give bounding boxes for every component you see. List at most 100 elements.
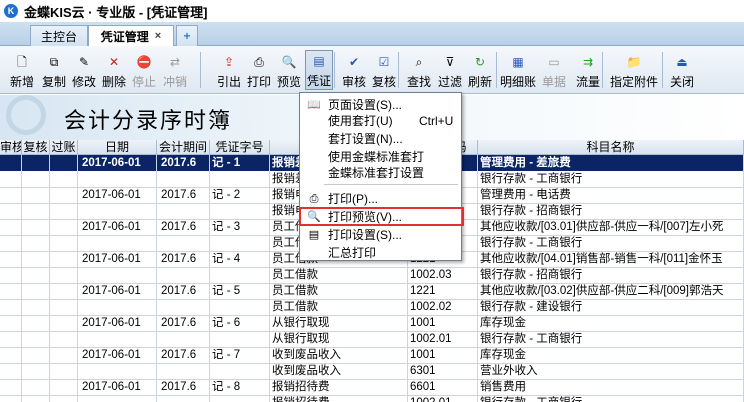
toolbar-button-recheck[interactable]: ☑ 复核 [370, 50, 398, 90]
table-row[interactable]: 员工借款 1002.02 银行存款 - 建设银行 [0, 299, 744, 315]
highlight-box [299, 207, 464, 226]
summary-cell: 收到废品收入 [270, 347, 408, 363]
check-cell[interactable] [0, 379, 22, 395]
toolbar-button-copy[interactable]: ⧉ 复制 [40, 50, 68, 90]
summary-cell: 报销招待费 [270, 395, 408, 402]
toolbar-button-new-doc[interactable]: 🗋 新增 [9, 50, 35, 90]
close-icon[interactable]: × [155, 30, 161, 42]
toolbar-button-refresh[interactable]: ↻ 刷新 [466, 50, 494, 90]
menu-item[interactable]: 套打设置(N)... [301, 131, 460, 147]
date-cell: 2017-06-01 [78, 155, 157, 171]
summary-cell: 收到废品收入 [270, 363, 408, 379]
table-row[interactable]: 2017-06-01 2017.6 记 - 8 报销招待费 6601 销售费用 [0, 379, 744, 395]
check-cell[interactable] [50, 219, 78, 235]
toolbar-label: 指定附件 [610, 75, 659, 89]
menu-item[interactable]: 汇总打印 [301, 245, 460, 261]
check-cell[interactable] [0, 219, 22, 235]
column-header[interactable]: 会计期间 [157, 140, 210, 155]
check-cell[interactable] [22, 155, 50, 171]
table-row[interactable]: 报销招待费1002.01银行存款 - 工商银行 [0, 395, 744, 402]
print-icon: ⎙ [309, 193, 319, 205]
table-row[interactable]: 2017-06-01 2017.6 记 - 5 员工借款 1221 其他应收款/[03.0… [0, 283, 744, 299]
table-row[interactable]: 收到废品收入 6301 营业外收入 [0, 363, 744, 379]
check-cell[interactable] [22, 219, 50, 235]
toolbar-button-audit[interactable]: ✔ 审核 [340, 50, 368, 90]
voucher-cell: 记 - 6 [210, 315, 270, 331]
menu-item[interactable]: 使用金蝶标准套打 [301, 149, 460, 165]
account-code-cell: 1002.01 [408, 395, 478, 402]
menu-item[interactable]: ▤ 打印设置(S)... [301, 227, 460, 243]
check-cell[interactable] [22, 315, 50, 331]
toolbar-button-preview[interactable]: 🔍 预览 [275, 50, 303, 90]
table-row[interactable]: 2017-06-01 2017.6 记 - 6 从银行取现 1001 库存现金 [0, 315, 744, 331]
column-header[interactable]: 过账 [50, 140, 78, 155]
export-icon: ⇪ [223, 55, 235, 69]
check-cell[interactable] [50, 347, 78, 363]
account-code-cell: 6601 [408, 379, 478, 395]
check-cell[interactable] [0, 315, 22, 331]
column-header[interactable]: 日期 [78, 140, 157, 155]
check-cell[interactable] [0, 187, 22, 203]
toolbar-separator [398, 52, 399, 88]
new-doc-icon: 🗋 [17, 55, 27, 69]
check-cell[interactable] [50, 283, 78, 299]
column-header[interactable]: 复核 [22, 140, 50, 155]
toolbar-button-delete[interactable]: ✕ 删除 [100, 50, 128, 90]
table-row[interactable]: 员工借款 1002.03 银行存款 - 招商银行 [0, 267, 744, 283]
menu-item[interactable]: 金蝶标准套打设置 [301, 165, 460, 181]
window-title: 金蝶KIS云 · 专业版 - [凭证管理] [24, 4, 208, 20]
table-row[interactable]: 从银行取现 1002.01 银行存款 - 工商银行 [0, 331, 744, 347]
summary-cell: 报销招待费 [270, 379, 408, 395]
check-cell[interactable] [50, 379, 78, 395]
menu-item-label: 套打设置(N)... [328, 132, 403, 146]
menu-item[interactable]: 📖 页面设置(S)... [301, 97, 460, 113]
summary-cell: 员工借款 [270, 283, 408, 299]
toolbar-button-find[interactable]: ⌕ 查找 [405, 50, 433, 90]
check-cell[interactable] [0, 347, 22, 363]
toolbar-button-voucher[interactable]: ▤ 凭证 [305, 50, 333, 90]
check-cell[interactable] [50, 155, 78, 171]
period-cell: 2017.6 [157, 251, 210, 267]
period-cell: 2017.6 [157, 347, 210, 363]
check-cell[interactable] [50, 315, 78, 331]
check-cell[interactable] [22, 251, 50, 267]
check-cell[interactable] [50, 251, 78, 267]
period-cell: 2017.6 [157, 219, 210, 235]
toolbar-button-filter[interactable]: ⊽ 过滤 [436, 50, 464, 90]
menu-item[interactable]: ⎙ 打印(P)... [301, 191, 460, 207]
toolbar-button-export[interactable]: ⇪ 引出 [215, 50, 243, 90]
toolbar-label: 复核 [371, 75, 396, 89]
toolbar-separator [334, 52, 335, 88]
toolbar-button-print[interactable]: ⎙ 打印 [245, 50, 273, 90]
account-name-cell: 银行存款 - 工商银行 [478, 395, 744, 402]
column-header[interactable]: 科目名称 [478, 140, 744, 155]
filter-icon: ⊽ [445, 55, 455, 69]
column-header[interactable]: 凭证字号 [210, 140, 270, 155]
toolbar-button-edit[interactable]: ✎ 修改 [70, 50, 98, 90]
menu-item-label: 金蝶标准套打设置 [328, 166, 425, 180]
toolbar-label: 凭证 [306, 74, 331, 88]
check-cell[interactable] [50, 187, 78, 203]
check-cell[interactable] [22, 379, 50, 395]
check-cell[interactable] [22, 187, 50, 203]
check-cell[interactable] [22, 347, 50, 363]
column-header[interactable]: 审核 [0, 140, 22, 155]
check-cell[interactable] [0, 155, 22, 171]
menu-item[interactable]: 使用套打(U) Ctrl+U [301, 113, 460, 129]
check-cell[interactable] [0, 251, 22, 267]
table-row[interactable]: 2017-06-01 2017.6 记 - 7 收到废品收入 1001 库存现金 [0, 347, 744, 363]
toolbar-button-flow[interactable]: ⇉ 流量 [574, 50, 602, 90]
account-name-cell: 银行存款 - 工商银行 [478, 331, 744, 347]
toolbar-label: 复制 [41, 75, 66, 89]
toolbar-button-exit[interactable]: ⏏ 关闭 [667, 50, 697, 90]
toolbar-button-attachment[interactable]: 📁 指定附件 [610, 50, 658, 90]
new-tab-button[interactable]: + [176, 25, 198, 46]
check-cell[interactable] [22, 283, 50, 299]
app-window: K 金蝶KIS云 · 专业版 - [凭证管理] 主控台 凭证管理 × + 🗋 新增… [0, 0, 744, 402]
toolbar-button-ledger[interactable]: ▦ 明细账 [500, 50, 536, 90]
page-title: 会计分录序时簿 [64, 109, 233, 134]
tab-voucher-management[interactable]: 凭证管理 × [88, 25, 174, 46]
check-cell[interactable] [0, 283, 22, 299]
tab-home[interactable]: 主控台 [30, 25, 88, 46]
preview-icon: 🔍 [281, 55, 297, 69]
